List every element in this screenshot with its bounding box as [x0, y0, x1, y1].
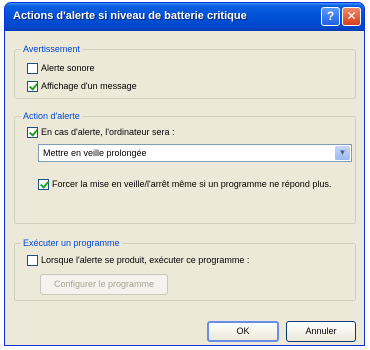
window-title: Actions d'alerte si niveau de batterie c…: [13, 10, 247, 22]
run-program-group-legend: Exécuter un programme: [21, 238, 122, 248]
show-message-checkbox[interactable]: [27, 81, 38, 92]
dialog-window: Actions d'alerte si niveau de batterie c…: [4, 2, 365, 346]
sound-alarm-option[interactable]: Alerte sonore: [27, 63, 95, 74]
title-bar[interactable]: Actions d'alerte si niveau de batterie c…: [5, 3, 364, 31]
cancel-button[interactable]: Annuler: [286, 321, 356, 342]
sound-alarm-checkbox[interactable]: [27, 63, 38, 74]
warning-group: Avertissement Alerte sonore Affichage d'…: [14, 44, 356, 99]
run-on-alarm-checkbox[interactable]: [27, 255, 38, 266]
on-alarm-option[interactable]: En cas d'alerte, l'ordinateur sera :: [27, 127, 175, 138]
on-alarm-label: En cas d'alerte, l'ordinateur sera :: [41, 127, 175, 137]
show-message-option[interactable]: Affichage d'un message: [27, 81, 137, 92]
force-standby-checkbox[interactable]: [38, 179, 49, 190]
show-message-label: Affichage d'un message: [41, 81, 137, 91]
sound-alarm-label: Alerte sonore: [41, 63, 95, 73]
power-action-select[interactable]: Mettre en veille prolongée ▼: [38, 144, 352, 162]
warning-group-legend: Avertissement: [21, 44, 82, 54]
power-action-value: Mettre en veille prolongée: [43, 148, 147, 158]
help-button[interactable]: ?: [321, 7, 340, 26]
ok-button[interactable]: OK: [207, 321, 279, 342]
alarm-action-group: Action d'alerte En cas d'alerte, l'ordin…: [14, 111, 356, 224]
configure-program-button[interactable]: Configurer le programme: [40, 274, 168, 295]
run-on-alarm-option[interactable]: Lorsque l'alerte se produit, exécuter ce…: [27, 255, 249, 266]
force-standby-option[interactable]: Forcer la mise en veille/l'arrêt même si…: [38, 179, 343, 190]
alarm-action-group-legend: Action d'alerte: [21, 111, 82, 121]
force-standby-label: Forcer la mise en veille/l'arrêt même si…: [52, 179, 332, 189]
close-button[interactable]: ✕: [342, 7, 361, 26]
dropdown-arrow-icon[interactable]: ▼: [335, 146, 350, 160]
run-program-group: Exécuter un programme Lorsque l'alerte s…: [14, 238, 356, 301]
run-on-alarm-label: Lorsque l'alerte se produit, exécuter ce…: [41, 255, 250, 265]
on-alarm-checkbox[interactable]: [27, 127, 38, 138]
